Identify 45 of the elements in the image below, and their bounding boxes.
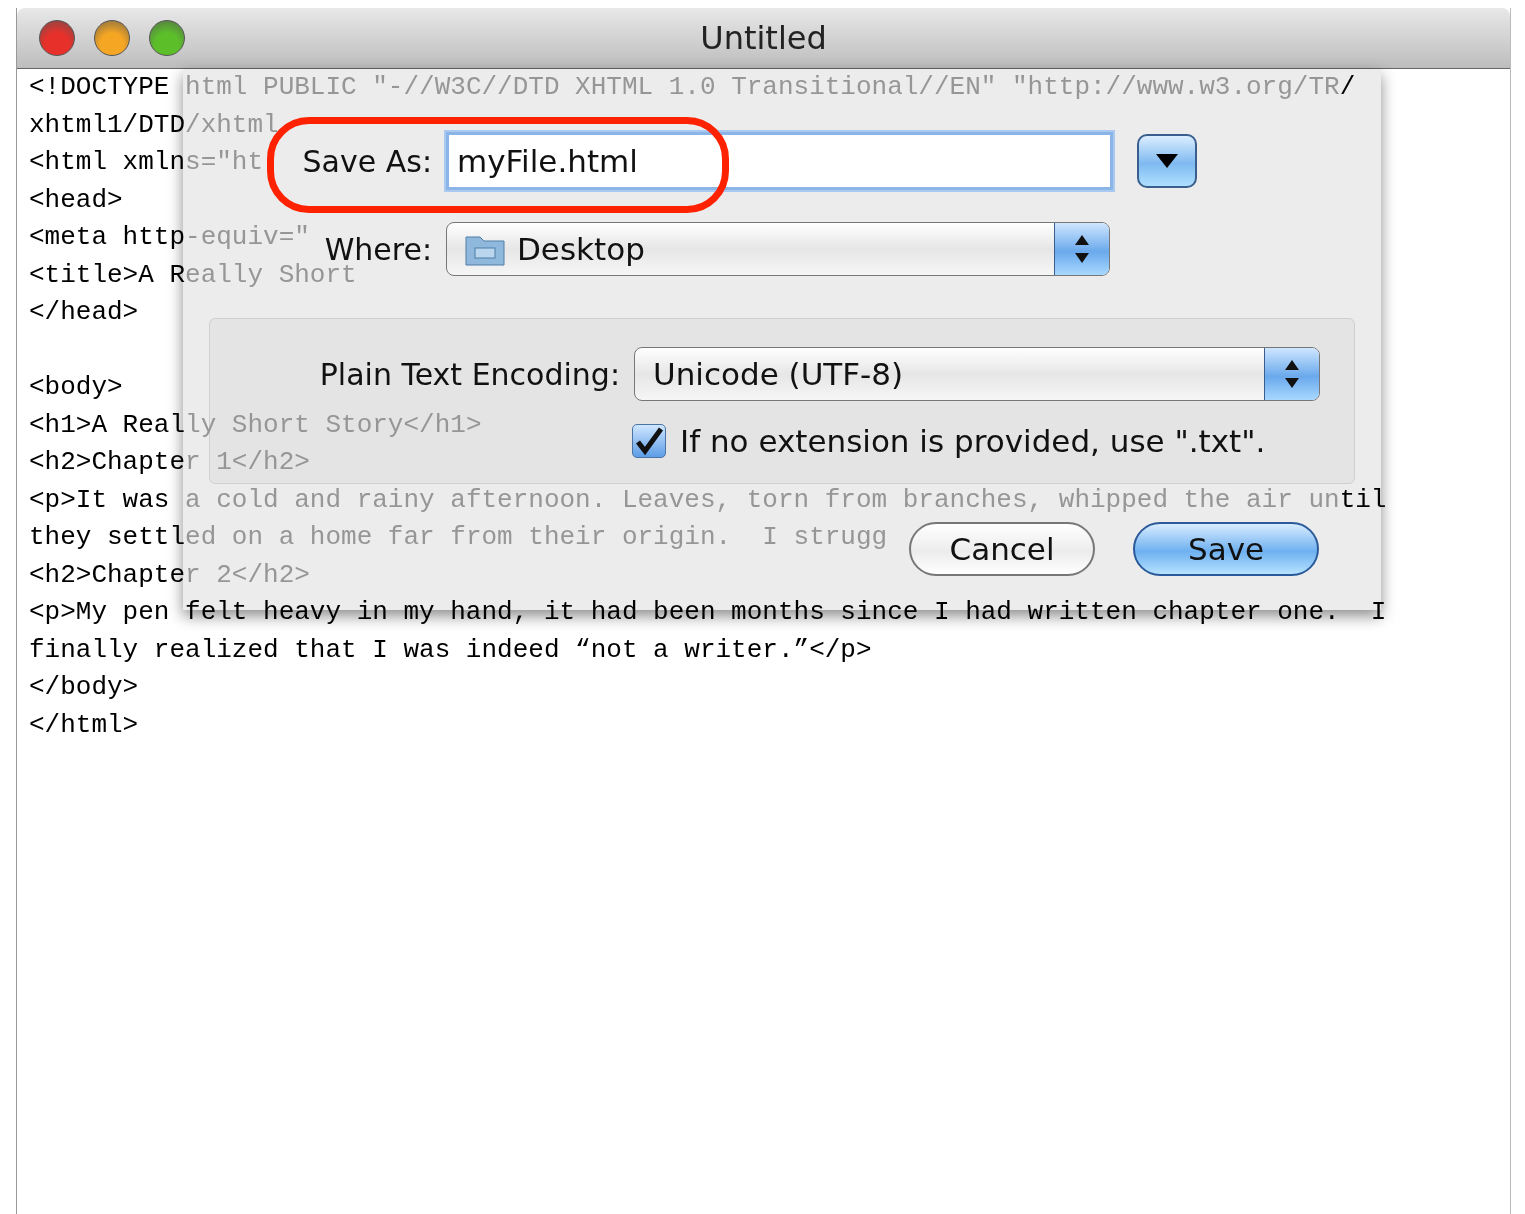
checkbox-label: If no extension is provided, use ".txt". xyxy=(680,423,1266,459)
code-text: </html> xyxy=(29,708,139,742)
faded-code-text: ly Short Story</h1> xyxy=(185,408,482,442)
code-text: <meta http xyxy=(29,221,186,254)
code-text: </head> xyxy=(29,296,139,329)
triangle-down-icon xyxy=(1155,153,1179,169)
code-text: <h2>Chapte xyxy=(29,558,186,592)
code-text: / xyxy=(1339,71,1356,104)
checkbox[interactable] xyxy=(632,424,666,458)
close-button[interactable] xyxy=(39,20,75,56)
window-title: Untitled xyxy=(700,19,827,57)
code-text: they settl xyxy=(29,521,186,554)
faded-code-text: s="ht xyxy=(185,146,264,179)
faded-code-text: r 1</h2> xyxy=(185,446,310,479)
code-text: finally realized that I was indeed “not a writer.”</p> xyxy=(29,633,872,667)
faded-code-text: a cold and rainy afternoon. Leaves, torn from branches, whipped the air un xyxy=(185,483,1340,517)
code-text: <head> xyxy=(29,183,123,217)
expand-button[interactable] xyxy=(1137,134,1197,188)
code-text: <title>A R xyxy=(29,258,186,292)
code-text: <p>It was xyxy=(29,483,171,517)
location-popup[interactable]: Desktop xyxy=(446,222,1110,276)
code-text: <h1>A Real xyxy=(29,408,186,442)
field-label: Plain Text Encoding: xyxy=(319,356,620,392)
default-button[interactable]: Save xyxy=(1133,522,1319,576)
faded-code-text: r 2</h2> xyxy=(185,558,310,592)
dialog-button[interactable]: Cancel xyxy=(909,522,1095,576)
code-text: <h2>Chapte xyxy=(29,446,186,479)
code-text: <html xmln xyxy=(29,146,186,179)
zoom-button[interactable] xyxy=(149,20,185,56)
code-text: <p>My pen felt heavy in my hand, it had been months since I had written chapter one. I xyxy=(29,596,1387,629)
faded-code-text: -equiv=" xyxy=(185,221,310,254)
code-text: </body> xyxy=(29,671,139,704)
code-text: til xyxy=(1339,483,1387,517)
filename-field[interactable]: myFile.html xyxy=(446,132,1113,190)
faded-code-text: /xhtml xyxy=(185,108,279,142)
code-text: xhtml1/DTD xyxy=(29,108,186,142)
checkmark-icon xyxy=(634,426,664,456)
encoding-popup[interactable]: Unicode (UTF-8) xyxy=(634,347,1320,401)
field-label: Save As: xyxy=(302,143,432,179)
faded-code-text: html PUBLIC "-//W3C//DTD XHTML 1.0 Transitional//EN" "http://www.w3.org/TR xyxy=(184,71,1340,104)
code-text: <!DOCTYPE xyxy=(29,71,170,104)
minimize-button[interactable] xyxy=(94,20,130,56)
code-text: <body> xyxy=(29,371,123,404)
faded-code-text: ed on a home far from their origin. I strugg xyxy=(185,521,888,554)
faded-code-text: eally Short xyxy=(185,259,357,292)
